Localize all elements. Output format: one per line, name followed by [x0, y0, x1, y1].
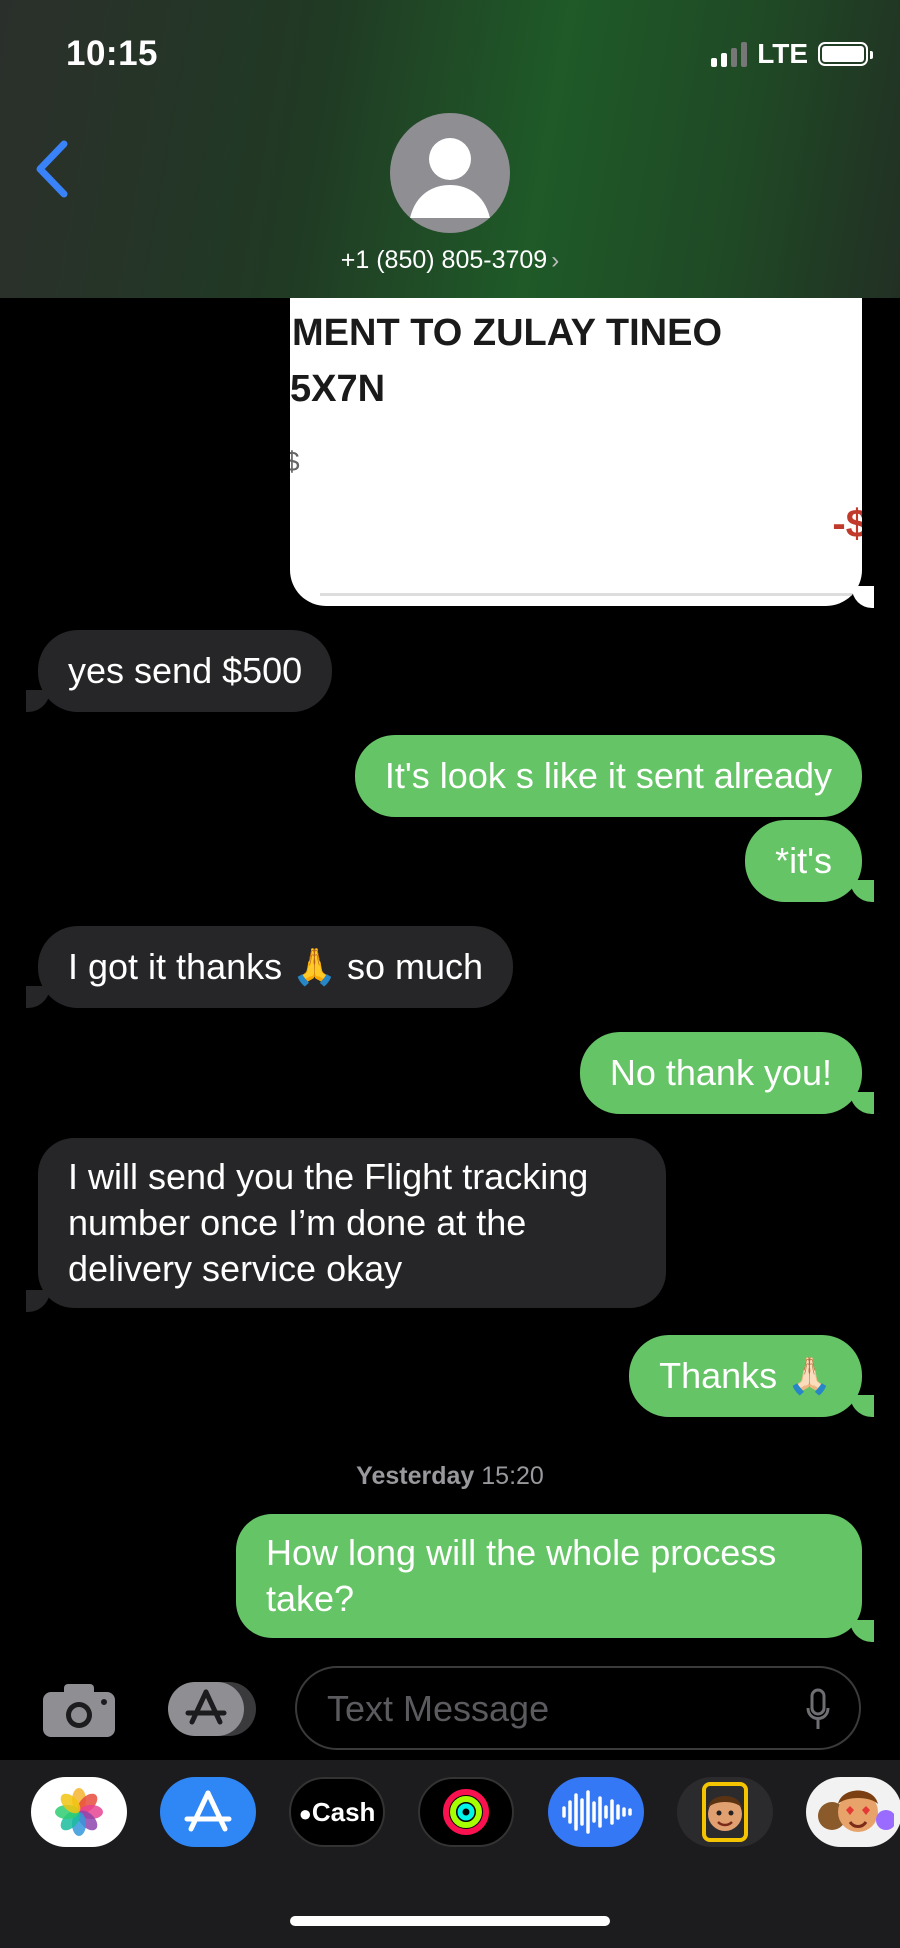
message-input[interactable]: Text Message — [295, 1666, 861, 1750]
divider — [320, 593, 862, 596]
bubble-tail — [850, 1620, 874, 1642]
bubble-tail — [852, 586, 874, 608]
apple-logo-icon: ● — [298, 1800, 312, 1826]
message-outgoing[interactable]: No thank you! — [579, 1032, 862, 1114]
contact-name[interactable]: +1 (850) 805-3709 › — [0, 246, 900, 275]
payment-amount: -$ — [832, 502, 862, 546]
contact-avatar[interactable] — [390, 113, 510, 233]
message-incoming[interactable]: I will send you the Flight tracking numb… — [38, 1138, 666, 1308]
bubble-tail — [26, 986, 50, 1008]
message-incoming[interactable]: yes send $500 — [38, 630, 333, 712]
audio-waveform-icon[interactable] — [548, 1777, 644, 1847]
network-label: LTE — [757, 38, 808, 69]
bubble-tail — [850, 1092, 874, 1114]
message-outgoing[interactable]: Thanks 🙏🏻 — [629, 1335, 862, 1417]
app-store-icon[interactable] — [160, 1777, 256, 1847]
message-timestamp: Yesterday 15:20 — [0, 1462, 900, 1491]
camera-icon[interactable] — [42, 1682, 116, 1738]
bubble-tail — [26, 690, 50, 712]
timestamp-time: 15:20 — [481, 1462, 544, 1490]
conversation-header: 10:15 LTE +1 (850) 805-3709 › — [0, 0, 900, 298]
compose-bar: Text Message — [0, 1660, 900, 1760]
activity-rings-icon[interactable] — [418, 1777, 514, 1847]
status-time: 10:15 — [66, 34, 159, 73]
app-store-button[interactable] — [166, 1680, 258, 1738]
message-input-placeholder: Text Message — [327, 1688, 550, 1729]
back-chevron-icon[interactable] — [32, 138, 72, 200]
battery-icon — [818, 42, 873, 66]
memoji-icon[interactable] — [677, 1777, 773, 1847]
signal-icon — [711, 41, 748, 67]
photos-icon[interactable] — [31, 1777, 127, 1847]
apple-cash-icon[interactable]: ●Cash — [289, 1777, 385, 1847]
home-indicator[interactable] — [290, 1916, 610, 1926]
message-outgoing[interactable]: It's look s like it sent already — [354, 735, 862, 817]
memoji-stickers-icon[interactable] — [806, 1777, 900, 1847]
payment-reference-text: 5X7N — [290, 368, 386, 410]
payment-partial-text: $ — [290, 446, 300, 477]
message-incoming[interactable]: I got it thanks 🙏 so much — [38, 926, 514, 1008]
message-outgoing[interactable]: *it's — [745, 820, 862, 902]
cash-label: Cash — [311, 1796, 376, 1827]
contact-number: +1 (850) 805-3709 — [340, 246, 548, 274]
chevron-right-icon: › — [551, 247, 560, 274]
bubble-tail — [850, 880, 874, 902]
microphone-icon[interactable] — [805, 1688, 831, 1732]
person-icon — [410, 138, 490, 218]
payment-screenshot[interactable]: MENT TO ZULAY TINEO 5X7N $ -$ — [290, 298, 862, 606]
status-indicators: LTE — [711, 38, 873, 70]
payment-recipient-text: MENT TO ZULAY TINEO — [292, 312, 723, 354]
timestamp-day: Yesterday — [356, 1462, 475, 1490]
bubble-tail — [850, 1395, 874, 1417]
message-outgoing[interactable]: How long will the whole process take? — [236, 1514, 862, 1638]
bubble-tail — [26, 1290, 50, 1312]
